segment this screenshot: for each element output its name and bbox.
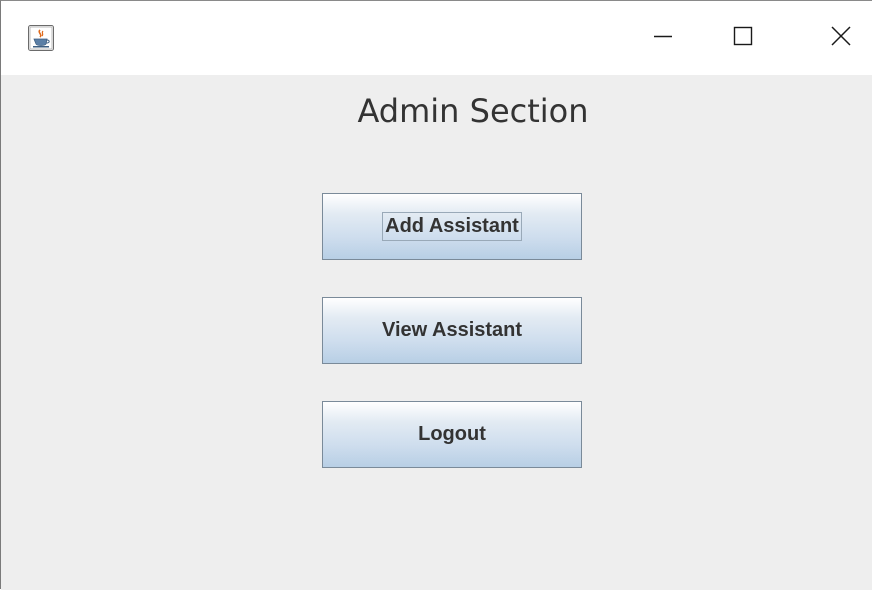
add-assistant-button[interactable]: Add Assistant <box>322 193 582 260</box>
minimize-button[interactable] <box>635 17 691 59</box>
view-assistant-label: View Assistant <box>381 319 523 341</box>
add-assistant-label: Add Assistant <box>382 212 522 241</box>
title-bar[interactable] <box>1 1 872 75</box>
close-icon <box>831 26 851 50</box>
admin-panel: Admin Section Add Assistant View Assista… <box>1 75 872 590</box>
logout-label: Logout <box>418 423 486 445</box>
close-button[interactable] <box>813 17 869 59</box>
logout-button[interactable]: Logout <box>322 401 582 468</box>
java-cup-icon[interactable] <box>28 25 54 51</box>
view-assistant-button[interactable]: View Assistant <box>322 297 582 364</box>
maximize-icon <box>733 26 753 50</box>
maximize-button[interactable] <box>715 17 771 59</box>
page-title: Admin Section <box>357 92 589 130</box>
minimize-icon <box>653 26 673 50</box>
app-window: Admin Section Add Assistant View Assista… <box>0 0 872 590</box>
